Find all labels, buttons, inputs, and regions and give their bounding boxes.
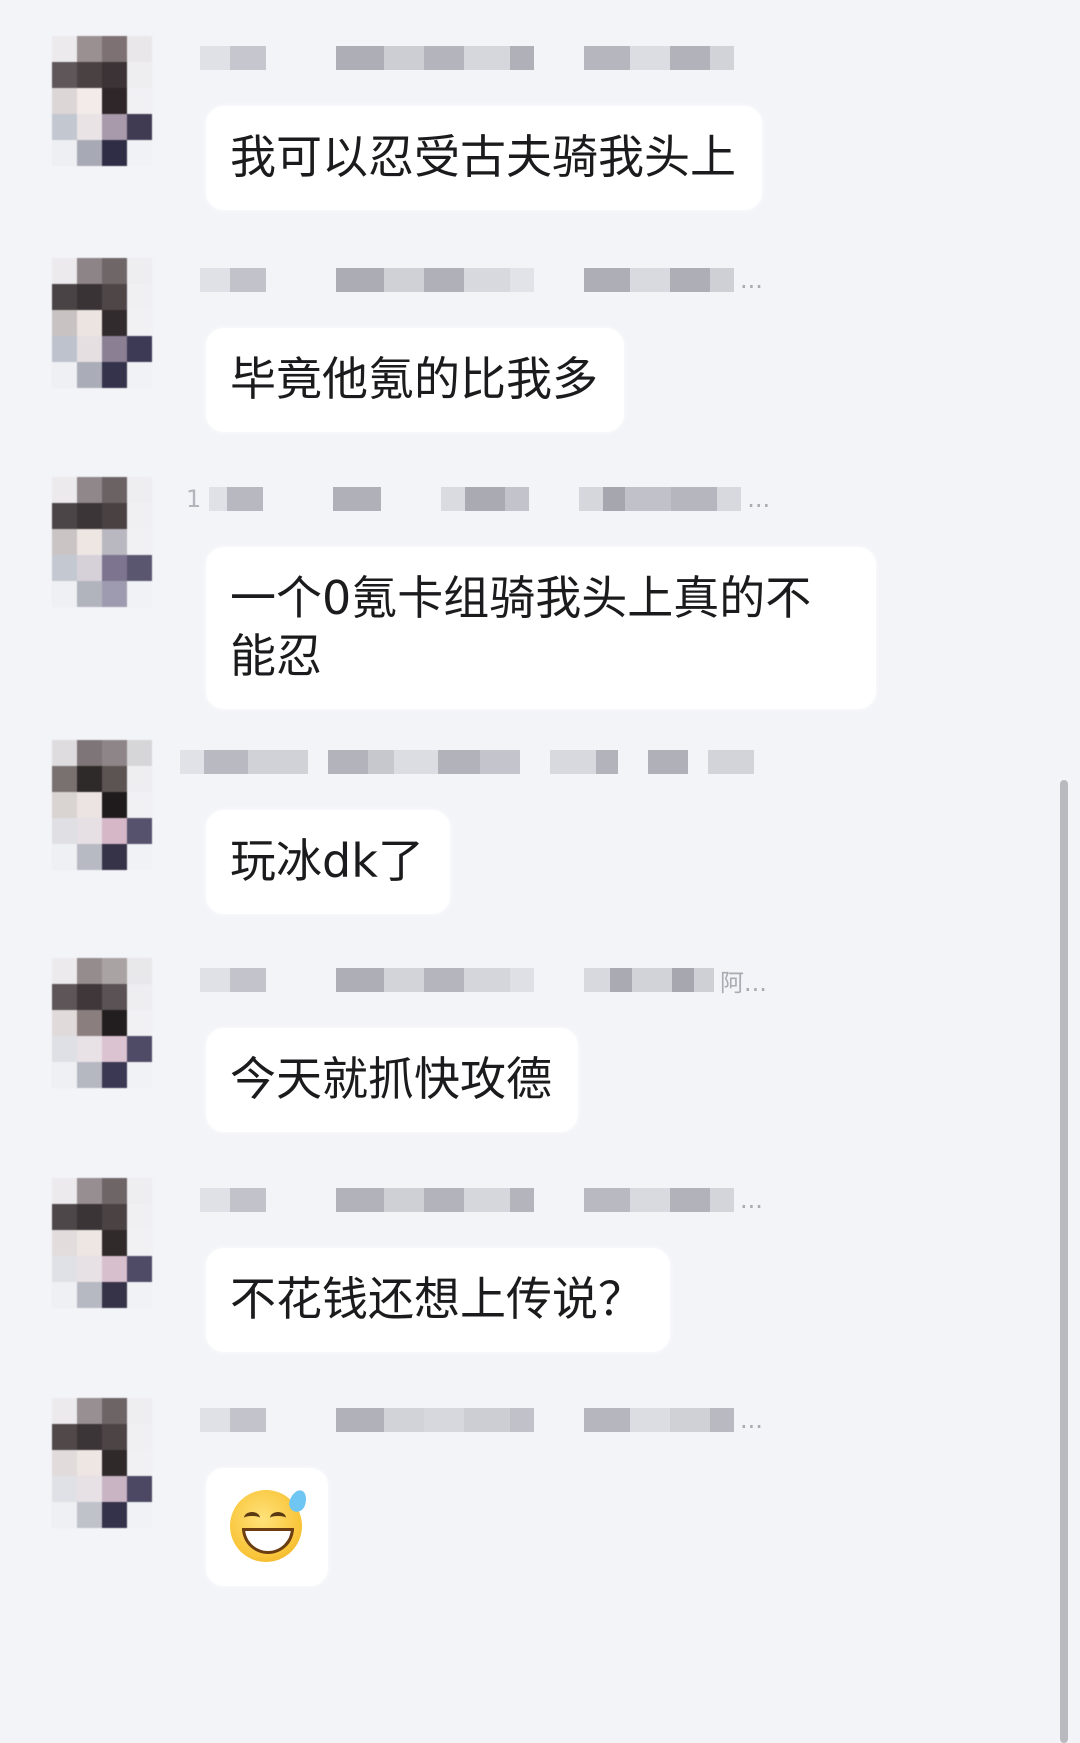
message-bubble[interactable]: 不花钱还想上传说？ [206,1248,670,1352]
sender-name-blurred [200,40,880,76]
sender-name-ellipsis: ... [740,1406,763,1434]
grinning-face-with-sweat-icon [230,1487,310,1562]
sender-name-ellipsis: 阿... [720,968,767,997]
scrollbar[interactable] [1060,780,1068,1743]
message-bubble[interactable]: 我可以忍受古夫骑我头上 [206,106,762,210]
message-bubble[interactable]: 毕竟他氪的比我多 [206,328,624,432]
avatar[interactable] [52,477,160,607]
message-bubble[interactable]: 玩冰dk了 [206,810,450,914]
message-bubble[interactable]: 今天就抓快攻德 [206,1028,578,1132]
avatar[interactable] [52,958,160,1088]
sender-name-ellipsis: ... [747,485,771,513]
sender-name-blurred [180,744,860,780]
chat-thread: 我可以忍受古夫骑我头上 ... 毕竟他氪的比我多 1 ... 一个0氪卡组骑我头… [0,0,1080,1743]
avatar[interactable] [52,1398,160,1528]
avatar[interactable] [52,258,160,388]
sender-name-blurred: 1 ... [186,481,880,517]
sender-name-prefix: 1 [186,485,202,513]
sender-name-blurred: 阿... [200,962,880,998]
message-bubble[interactable]: 一个0氪卡组骑我头上真的不能忍 [206,547,876,709]
sender-name-blurred: ... [200,1182,880,1218]
avatar[interactable] [52,36,160,166]
sender-name-blurred: ... [200,262,880,298]
message-bubble[interactable] [206,1468,328,1586]
avatar[interactable] [52,1178,160,1308]
avatar[interactable] [52,740,160,870]
sender-name-blurred: ... [200,1402,880,1438]
sender-name-ellipsis: ... [740,266,763,294]
sender-name-ellipsis: ... [740,1186,763,1214]
